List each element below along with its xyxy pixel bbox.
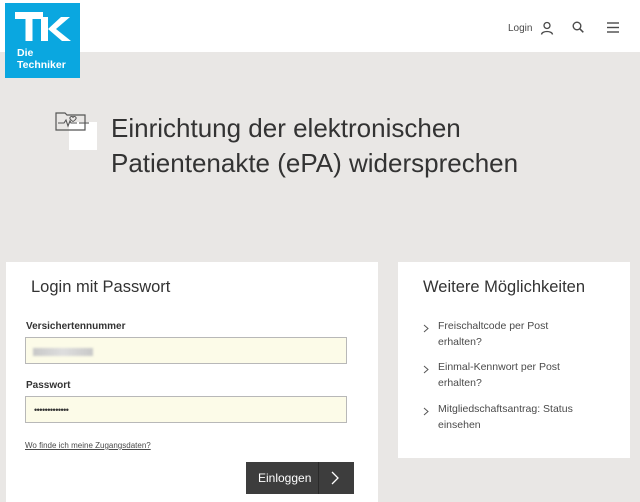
user-icon (541, 21, 554, 35)
option-text: erhalten? (438, 335, 482, 348)
login-label: Login (508, 22, 533, 34)
tk-logo-mark (15, 12, 71, 41)
chevron-right-icon (423, 365, 429, 374)
option-text: einsehen (438, 418, 481, 431)
option-activation-code[interactable]: Freischaltcode per Post erhalten? (423, 319, 604, 350)
button-separator (318, 462, 319, 494)
option-membership-status[interactable]: Mitgliedschaftsantrag: Status einsehen (423, 402, 604, 433)
option-one-time-password[interactable]: Einmal-Kennwort per Post erhalten? (423, 360, 604, 391)
page-title-line1: Einrichtung der elektronischen (111, 113, 461, 143)
top-navigation-bar: Login (0, 0, 640, 52)
logo-line2: Techniker (17, 59, 66, 71)
password-label: Passwort (26, 380, 71, 391)
credentials-help-link[interactable]: Wo finde ich meine Zugangsdaten? (25, 441, 151, 450)
login-button-label: Einloggen (258, 471, 312, 485)
chevron-right-icon (331, 471, 339, 485)
option-text: Freischaltcode per Post (438, 320, 549, 332)
option-text: Mitgliedschaftsantrag: Status (438, 403, 573, 415)
option-text: erhalten? (438, 376, 482, 389)
more-options-title: Weitere Möglichkeiten (423, 278, 586, 296)
page-title: Einrichtung der elektronischen Patienten… (111, 111, 611, 181)
login-button[interactable]: Einloggen (246, 462, 354, 494)
insurance-number-label: Versichertennummer (26, 321, 126, 332)
login-link[interactable]: Login (508, 20, 554, 36)
menu-icon[interactable] (607, 22, 619, 33)
search-icon[interactable] (572, 21, 584, 33)
chevron-right-icon (423, 324, 429, 333)
patient-record-icon (55, 112, 97, 150)
option-text: Einmal-Kennwort per Post (438, 361, 560, 373)
page-title-line2: Patientenakte (ePA) widersprechen (111, 148, 519, 178)
logo-line1: Die (17, 47, 34, 59)
password-input[interactable] (25, 396, 347, 423)
login-card-title: Login mit Passwort (31, 278, 171, 296)
masked-insurance-number (33, 348, 93, 356)
chevron-right-icon (423, 407, 429, 416)
tk-logo[interactable]: Die Techniker (5, 3, 80, 78)
